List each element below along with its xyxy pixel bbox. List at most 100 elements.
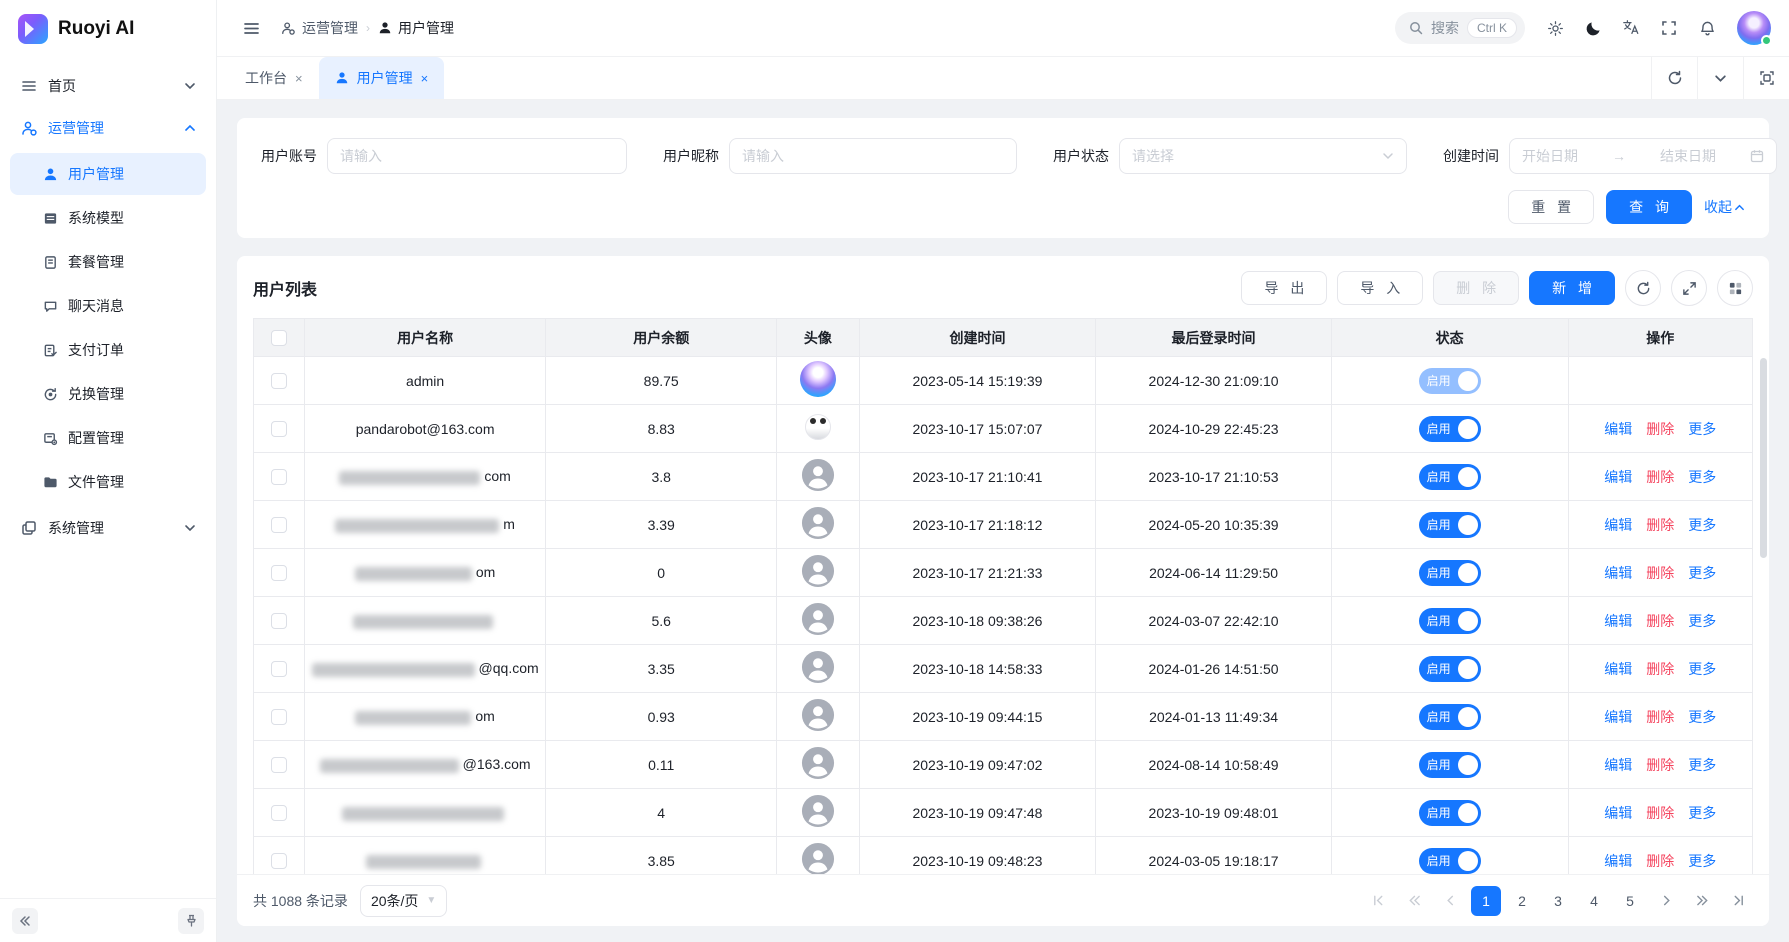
sidebar-subitem-package[interactable]: 套餐管理	[10, 241, 206, 283]
status-toggle[interactable]: 启用	[1419, 464, 1481, 490]
row-checkbox[interactable]	[271, 565, 287, 581]
edit-link[interactable]: 编辑	[1604, 853, 1632, 869]
more-link[interactable]: 更多	[1688, 661, 1716, 677]
breadcrumb-parent[interactable]: 运营管理	[281, 18, 358, 38]
vertical-scrollbar-thumb[interactable]	[1760, 358, 1767, 558]
status-toggle[interactable]: 启用	[1419, 512, 1481, 538]
settings-gear-icon[interactable]	[1539, 12, 1571, 44]
export-button[interactable]: 导 出	[1241, 271, 1327, 305]
account-input[interactable]: 请输入	[327, 138, 627, 174]
delete-button[interactable]: 删 除	[1433, 271, 1519, 305]
edit-link[interactable]: 编辑	[1604, 757, 1632, 773]
select-all-checkbox[interactable]	[271, 330, 287, 346]
tab-options-chevron-icon[interactable]	[1697, 57, 1743, 99]
row-checkbox[interactable]	[271, 421, 287, 437]
page-number-1[interactable]: 1	[1471, 886, 1501, 916]
import-button[interactable]: 导 入	[1337, 271, 1423, 305]
status-toggle[interactable]: 启用	[1419, 560, 1481, 586]
global-search[interactable]: 搜索 Ctrl K	[1395, 12, 1525, 44]
status-toggle[interactable]: 启用	[1419, 752, 1481, 778]
collapse-filter-link[interactable]: 收起	[1704, 197, 1745, 217]
expand-table-icon[interactable]	[1671, 270, 1707, 306]
fullscreen-icon[interactable]	[1653, 12, 1685, 44]
sidebar-item-operations[interactable]: 运营管理	[10, 107, 206, 149]
page-number-5[interactable]: 5	[1615, 886, 1645, 916]
edit-link[interactable]: 编辑	[1604, 421, 1632, 437]
status-toggle[interactable]: 启用	[1419, 368, 1481, 394]
page-number-2[interactable]: 2	[1507, 886, 1537, 916]
edit-link[interactable]: 编辑	[1604, 517, 1632, 533]
edit-link[interactable]: 编辑	[1604, 565, 1632, 581]
edit-link[interactable]: 编辑	[1604, 469, 1632, 485]
back-five-pages-button[interactable]	[1399, 886, 1429, 916]
row-checkbox[interactable]	[271, 709, 287, 725]
delete-link[interactable]: 删除	[1646, 469, 1674, 485]
status-toggle[interactable]: 启用	[1419, 704, 1481, 730]
more-link[interactable]: 更多	[1688, 517, 1716, 533]
more-link[interactable]: 更多	[1688, 565, 1716, 581]
sidebar-subitem-model[interactable]: 系统模型	[10, 197, 206, 239]
status-toggle[interactable]: 启用	[1419, 608, 1481, 634]
edit-link[interactable]: 编辑	[1604, 709, 1632, 725]
page-size-select[interactable]: 20条/页 ▼	[360, 885, 447, 917]
delete-link[interactable]: 删除	[1646, 853, 1674, 869]
page-number-4[interactable]: 4	[1579, 886, 1609, 916]
first-page-button[interactable]	[1363, 886, 1393, 916]
delete-link[interactable]: 删除	[1646, 661, 1674, 677]
more-link[interactable]: 更多	[1688, 853, 1716, 869]
status-toggle[interactable]: 启用	[1419, 848, 1481, 874]
dark-mode-moon-icon[interactable]	[1577, 12, 1609, 44]
sidebar-item-system[interactable]: 系统管理	[10, 507, 206, 549]
column-settings-icon[interactable]	[1717, 270, 1753, 306]
row-checkbox[interactable]	[271, 853, 287, 869]
delete-link[interactable]: 删除	[1646, 613, 1674, 629]
row-checkbox[interactable]	[271, 805, 287, 821]
delete-link[interactable]: 删除	[1646, 421, 1674, 437]
page-number-3[interactable]: 3	[1543, 886, 1573, 916]
last-page-button[interactable]	[1723, 886, 1753, 916]
row-checkbox[interactable]	[271, 613, 287, 629]
tab-workbench[interactable]: 工作台 ×	[229, 57, 319, 99]
status-select[interactable]: 请选择	[1119, 138, 1407, 174]
delete-link[interactable]: 删除	[1646, 757, 1674, 773]
delete-link[interactable]: 删除	[1646, 517, 1674, 533]
delete-link[interactable]: 删除	[1646, 565, 1674, 581]
add-button[interactable]: 新 增	[1529, 271, 1615, 305]
more-link[interactable]: 更多	[1688, 469, 1716, 485]
pin-sidebar-button[interactable]	[178, 908, 204, 934]
more-link[interactable]: 更多	[1688, 757, 1716, 773]
edit-link[interactable]: 编辑	[1604, 613, 1632, 629]
delete-link[interactable]: 删除	[1646, 709, 1674, 725]
refresh-page-icon[interactable]	[1651, 57, 1697, 99]
user-avatar[interactable]	[1737, 11, 1771, 45]
status-toggle[interactable]: 启用	[1419, 800, 1481, 826]
row-checkbox[interactable]	[271, 373, 287, 389]
sidebar-subitem-exchange[interactable]: 兑换管理	[10, 373, 206, 415]
row-checkbox[interactable]	[271, 517, 287, 533]
more-link[interactable]: 更多	[1688, 421, 1716, 437]
edit-link[interactable]: 编辑	[1604, 661, 1632, 677]
sidebar-subitem-file[interactable]: 文件管理	[10, 461, 206, 503]
delete-link[interactable]: 删除	[1646, 805, 1674, 821]
status-toggle[interactable]: 启用	[1419, 416, 1481, 442]
refresh-table-icon[interactable]	[1625, 270, 1661, 306]
more-link[interactable]: 更多	[1688, 709, 1716, 725]
sidebar-item-home[interactable]: 首页	[10, 65, 206, 107]
more-link[interactable]: 更多	[1688, 805, 1716, 821]
sidebar-collapse-button[interactable]	[12, 908, 38, 934]
edit-link[interactable]: 编辑	[1604, 805, 1632, 821]
close-icon[interactable]: ×	[421, 71, 429, 86]
content-fullscreen-icon[interactable]	[1743, 57, 1789, 99]
row-checkbox[interactable]	[271, 757, 287, 773]
sidebar-subitem-user[interactable]: 用户管理	[10, 153, 206, 195]
sidebar-subitem-chat[interactable]: 聊天消息	[10, 285, 206, 327]
date-range-picker[interactable]: 开始日期 → 结束日期	[1509, 138, 1777, 174]
row-checkbox[interactable]	[271, 661, 287, 677]
more-link[interactable]: 更多	[1688, 613, 1716, 629]
sidebar-subitem-order[interactable]: 支付订单	[10, 329, 206, 371]
language-translate-icon[interactable]	[1615, 12, 1647, 44]
status-toggle[interactable]: 启用	[1419, 656, 1481, 682]
forward-five-pages-button[interactable]	[1687, 886, 1717, 916]
search-button[interactable]: 查 询	[1606, 190, 1692, 224]
sidebar-subitem-config[interactable]: 配置管理	[10, 417, 206, 459]
